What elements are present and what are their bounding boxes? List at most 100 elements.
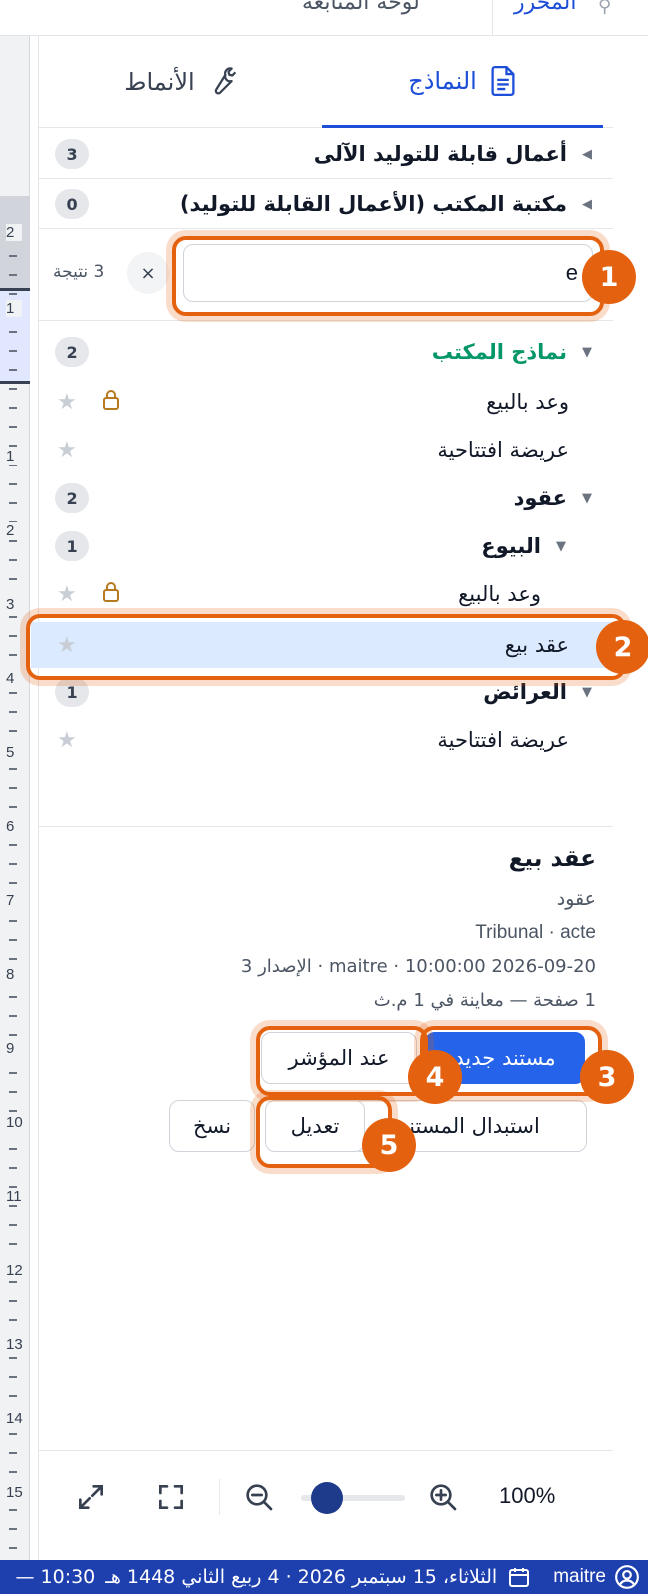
ruler-number: 13	[6, 1336, 23, 1353]
list-item[interactable]: عريضة افتتاحية ★	[39, 428, 613, 472]
list-item-label: وعد بالبيع	[458, 582, 541, 606]
details-category: عقود	[556, 888, 596, 910]
star-icon[interactable]: ★	[57, 728, 77, 753]
ruler-tick	[9, 578, 17, 580]
ruler-tick	[9, 806, 17, 808]
group-office-library[interactable]: ◀ مكتبة المكتب (الأعمال القابلة للتوليد)…	[39, 182, 613, 226]
ruler-tick	[9, 996, 17, 998]
ruler-number: 3	[6, 596, 22, 613]
caret-down-icon: ▼	[582, 344, 592, 360]
ruler-tick	[9, 939, 17, 941]
ruler-tick	[9, 654, 17, 656]
tree-group-contracts[interactable]: ▼ عقود 2	[39, 476, 613, 520]
ruler-tick	[9, 1072, 17, 1074]
ruler-number: 6	[6, 818, 22, 835]
ruler-tick	[9, 711, 17, 713]
ruler-tick	[9, 616, 17, 618]
wrench-icon	[214, 67, 236, 95]
tab-models-label: النماذج	[408, 66, 477, 95]
list-item[interactable]: وعد بالبيع ★	[39, 572, 613, 616]
ruler-number: 7	[6, 892, 22, 909]
zoom-slider-thumb[interactable]	[311, 1482, 343, 1514]
list-item[interactable]: عريضة افتتاحية ★	[39, 718, 613, 762]
ruler-tick	[9, 1243, 17, 1245]
ruler-tick	[9, 445, 17, 447]
group-auto-label: أعمال قابلة للتوليد الآلى	[313, 142, 567, 166]
pin-icon[interactable]: ⚲	[598, 0, 611, 17]
ruler-tick	[9, 920, 17, 922]
copy-button[interactable]: نسخ	[169, 1100, 255, 1152]
ruler-tick	[9, 635, 17, 637]
tree-subgroup-sales[interactable]: ▼ البيوع 1	[39, 524, 613, 568]
caret-down-icon: ▼	[582, 684, 592, 700]
ruler-tick	[9, 540, 17, 542]
details-title: عقد بيع	[508, 846, 596, 872]
caret-left-icon: ◀	[582, 196, 592, 212]
ruler-tick	[9, 1452, 17, 1454]
ruler-number: 15	[6, 1484, 23, 1501]
tab-styles[interactable]: الأنماط	[39, 36, 322, 128]
caret-left-icon: ◀	[582, 146, 592, 162]
callout-highlight-4	[256, 1026, 428, 1096]
caret-down-icon: ▼	[582, 490, 592, 506]
expand-icon[interactable]	[75, 1481, 107, 1517]
ruler-tick	[9, 844, 17, 846]
tab-styles-label: الأنماط	[124, 68, 195, 96]
ruler-number: 1	[6, 300, 22, 317]
divider	[39, 826, 613, 827]
ruler-tick	[9, 958, 17, 960]
group-library-label: مكتبة المكتب (الأعمال القابلة للتوليد)	[179, 192, 567, 216]
ruler-tick	[9, 1471, 17, 1473]
panel-tabs: النماذج الأنماط	[39, 36, 613, 128]
ruler-tick	[9, 1167, 17, 1169]
calendar-icon	[507, 1565, 531, 1589]
ruler-tick	[9, 255, 17, 257]
ruler-tick	[9, 388, 17, 390]
ruler-number: 9	[6, 1040, 22, 1057]
list-item[interactable]: وعد بالبيع ★	[39, 380, 613, 424]
callout-badge-3: 3	[580, 1050, 634, 1104]
details-meta: 2026-09-20 10:00:00 · maitre · الإصدار 3	[240, 956, 596, 977]
tab-editor[interactable]: المحرر	[514, 0, 577, 36]
zoom-in-icon[interactable]	[427, 1481, 459, 1517]
user-avatar-icon[interactable]	[614, 1564, 640, 1590]
details-tags: Tribunal · acte	[475, 922, 596, 943]
tree-group-office[interactable]: ▼ نماذج المكتب 2	[39, 332, 613, 372]
lock-icon	[101, 581, 121, 607]
ruler-number: 14	[6, 1410, 23, 1427]
fullscreen-icon[interactable]	[155, 1481, 187, 1517]
status-date: الثلاثاء، 15 سبتمبر 2026 · 4 ربيع الثاني…	[105, 1566, 498, 1588]
count-badge: 1	[55, 677, 89, 707]
callout-badge-5: 5	[362, 1118, 416, 1172]
group-auto-generate[interactable]: ◀ أعمال قابلة للتوليد الآلى 3	[39, 132, 613, 176]
callout-badge-1: 1	[582, 250, 636, 304]
ruler-tick	[9, 1357, 17, 1359]
ruler-tick	[9, 730, 17, 732]
zoom-toolbar: 100%	[39, 1450, 613, 1546]
ruler-tick	[9, 350, 17, 352]
divider	[39, 320, 613, 321]
clear-search-button[interactable]: ×	[127, 252, 169, 294]
tab-dashboard-label: لوحة المتابعة	[302, 0, 420, 15]
divider	[39, 228, 613, 229]
ruler-tick	[9, 1319, 17, 1321]
tab-models[interactable]: النماذج	[322, 36, 603, 128]
ruler-number: 2	[6, 522, 22, 539]
ruler-tick	[9, 1110, 17, 1112]
count-badge: 0	[55, 189, 89, 219]
ruler-tick	[9, 1509, 17, 1511]
ruler-tick	[9, 787, 17, 789]
tree-subgroup-sales-label: البيوع	[481, 534, 541, 558]
zoom-level: 100%	[499, 1483, 556, 1508]
star-icon[interactable]: ★	[57, 438, 77, 463]
zoom-out-icon[interactable]	[243, 1481, 275, 1517]
ruler-tick	[9, 483, 17, 485]
ruler-number: 4	[6, 670, 22, 687]
tree-group-contracts-label: عقود	[513, 486, 567, 510]
count-badge: 3	[55, 139, 89, 169]
document-icon	[491, 65, 515, 96]
toolbar-separator	[219, 1479, 220, 1515]
tab-dashboard[interactable]: لوحة المتابعة	[302, 0, 420, 36]
star-icon[interactable]: ★	[57, 390, 77, 415]
star-icon[interactable]: ★	[57, 582, 77, 607]
